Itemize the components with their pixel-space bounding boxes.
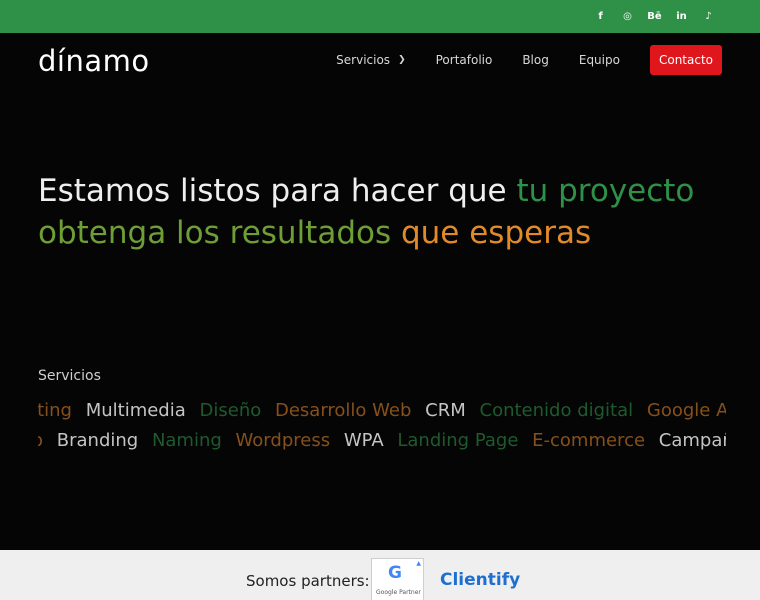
google-partner-text: Google Partner [376, 589, 421, 596]
social-links: f ◎ Bē in ♪ [587, 0, 722, 33]
main-navbar: dínamo Servicios ❯ Portafolio Blog Equip… [0, 33, 760, 90]
nav-equipo[interactable]: Equipo [579, 53, 620, 67]
service-item: eting [38, 400, 72, 421]
verified-icon: ▲ [416, 560, 421, 567]
google-partner-badge[interactable]: G Google Partner ▲ [371, 558, 424, 600]
nav-blog[interactable]: Blog [522, 53, 549, 67]
clientify-logo[interactable]: Clientify [440, 570, 520, 590]
logo[interactable]: dínamo [38, 44, 150, 78]
service-item: Wordpress [235, 430, 331, 451]
behance-icon[interactable]: Bē [641, 0, 668, 33]
service-item: CRM [425, 400, 466, 421]
service-item: Google ADS [646, 400, 726, 421]
contact-button[interactable]: Contacto [649, 45, 722, 75]
service-item: E-commerce [532, 430, 646, 451]
services-label: Servicios [38, 368, 101, 384]
services-marquee-1: eting Multimedia Diseño Desarrollo Web C… [38, 398, 726, 424]
service-item: WPA [343, 430, 384, 451]
service-item: o [38, 430, 43, 451]
top-bar: f ◎ Bē in ♪ [0, 0, 760, 33]
hero-text-3: obtenga los resultados [38, 215, 392, 251]
service-item: Contenido digital [479, 400, 634, 421]
hero-text-4: que esperas [391, 215, 592, 251]
instagram-icon[interactable]: ◎ [614, 0, 641, 33]
partners-label: Somos partners: [246, 572, 370, 590]
partners-strip: Somos partners: G Google Partner ▲ Clien… [0, 550, 760, 600]
hero-text-1: Estamos listos para hacer que [38, 173, 517, 209]
service-item: Landing Page [397, 430, 519, 451]
service-item: Diseño [199, 400, 262, 421]
hero-text-2: tu proyecto [516, 173, 695, 209]
service-item: Campañas [658, 430, 726, 451]
main-nav: Servicios ❯ Portafolio Blog Equipo Conta… [336, 45, 722, 75]
tiktok-icon[interactable]: ♪ [695, 0, 722, 33]
nav-portafolio[interactable]: Portafolio [436, 53, 493, 67]
nav-servicios-label: Servicios [336, 53, 391, 67]
service-item: Naming [151, 430, 222, 451]
linkedin-icon[interactable]: in [668, 0, 695, 33]
nav-servicios[interactable]: Servicios ❯ [336, 53, 405, 67]
service-item: Branding [56, 430, 139, 451]
facebook-icon[interactable]: f [587, 0, 614, 33]
google-g-icon: G [388, 563, 402, 583]
chevron-down-icon: ❯ [398, 55, 406, 65]
services-marquee-2: o Branding Naming Wordpress WPA Landing … [38, 428, 726, 454]
service-item: Desarrollo Web [274, 400, 412, 421]
service-item: Multimedia [85, 400, 186, 421]
hero-heading: Estamos listos para hacer que tu proyect… [38, 170, 728, 254]
